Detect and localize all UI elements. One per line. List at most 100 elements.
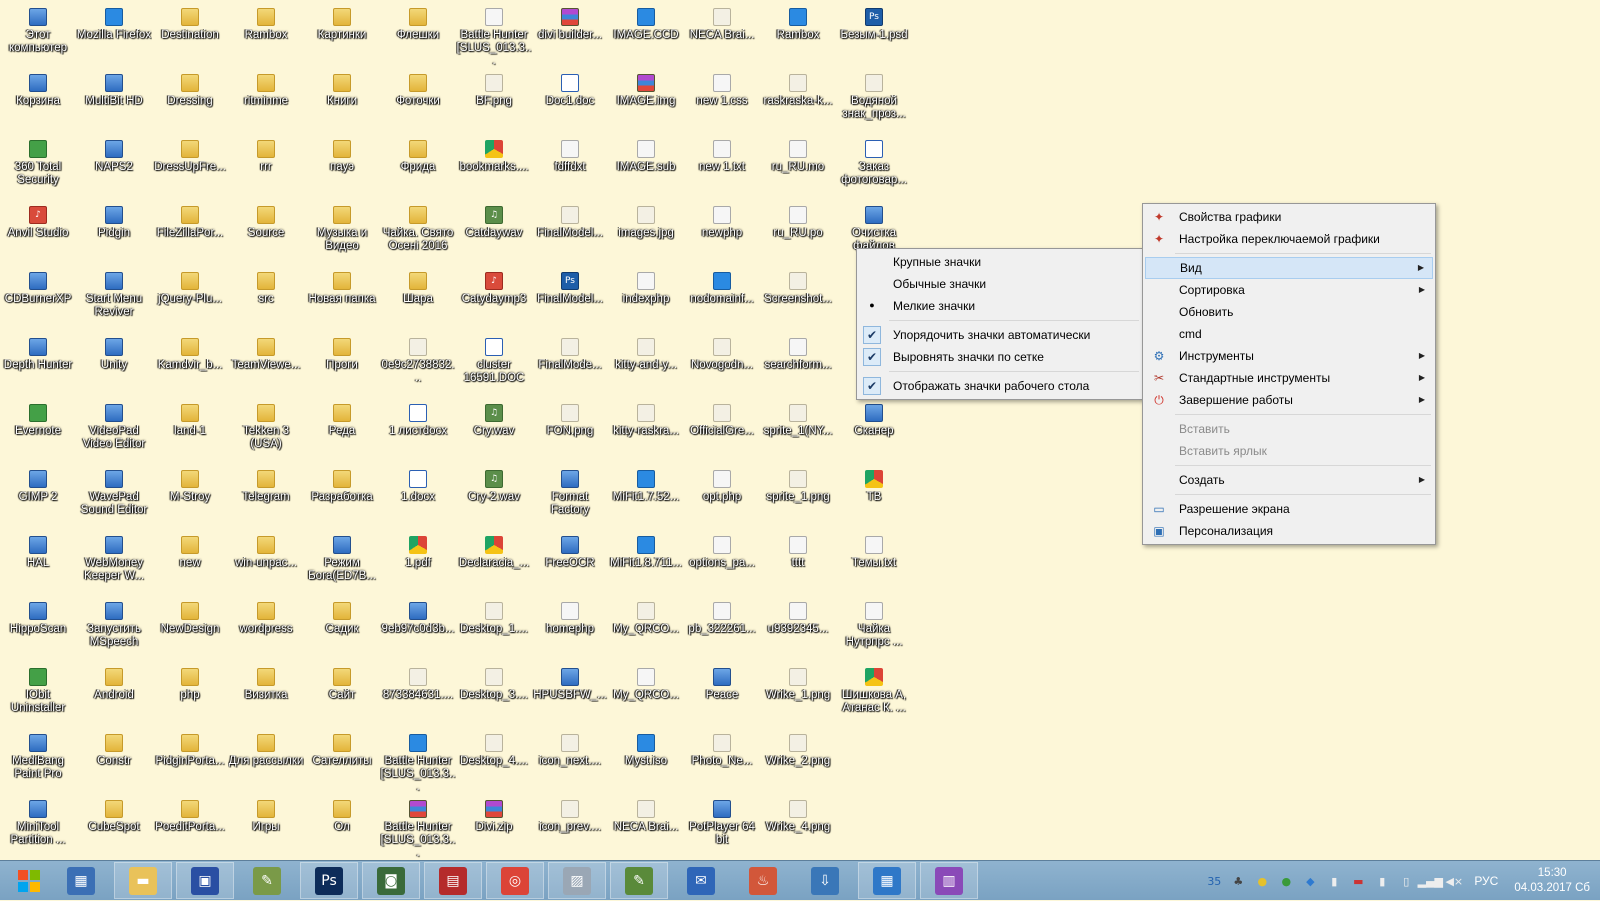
desktop-icon[interactable]: Screenshot... (760, 268, 836, 334)
menu-item-обновить[interactable]: Обновить (1145, 301, 1433, 323)
desktop-icon[interactable]: indexphp (608, 268, 684, 334)
menu-item-свойства-графики[interactable]: ✦ Свойства графики (1145, 206, 1433, 228)
desktop-icon[interactable]: WebMoney Keeper W... (76, 532, 152, 598)
taskbar-button-calculator[interactable]: ▦ (52, 862, 110, 899)
desktop-icon[interactable]: Photo_Ne... (684, 730, 760, 796)
desktop-icon[interactable]: Водяной знак_проз... (836, 70, 912, 136)
taskbar-button-explorer[interactable]: ▬ (114, 862, 172, 899)
desktop-icon[interactable]: Проги (304, 334, 380, 400)
desktop-icon[interactable]: Unity (76, 334, 152, 400)
menu-item-разрешение-экрана[interactable]: ▭ Разрешение экрана (1145, 498, 1433, 520)
desktop-icon[interactable]: Шишкова А, Атанас К. ... (836, 664, 912, 730)
desktop-icon[interactable]: sprite_1(NY... (760, 400, 836, 466)
desktop-icon[interactable]: Новая папка (304, 268, 380, 334)
desktop-icon[interactable]: icon_next.... (532, 730, 608, 796)
desktop-icon[interactable]: Declaracia_... (456, 532, 532, 598)
desktop-icon[interactable]: Depth Hunter (0, 334, 76, 400)
desktop-icon[interactable]: W 1.docx (380, 466, 456, 532)
menu-item-стандартные-инструменты[interactable]: ✂ Стандартные инструменты ▶ (1145, 367, 1433, 389)
desktop-icon[interactable]: Разработка (304, 466, 380, 532)
start-button[interactable] (0, 862, 58, 899)
taskbar-button-control-panel[interactable]: ▦ (858, 862, 916, 899)
desktop-icon[interactable]: M-Stroy (152, 466, 228, 532)
menu-item-сортировка[interactable]: Сортировка ▶ (1145, 279, 1433, 301)
desktop-icon[interactable]: kitty-raskra... (608, 400, 684, 466)
menu-item-инструменты[interactable]: ⚙ Инструменты ▶ (1145, 345, 1433, 367)
desktop-icon[interactable]: W Doc1.doc (532, 70, 608, 136)
desktop-icon[interactable]: Mozilla Firefox (76, 4, 152, 70)
desktop-icon[interactable]: opt.php (684, 466, 760, 532)
desktop-icon[interactable]: searchform... (760, 334, 836, 400)
desktop-icon[interactable]: Wrike_4.png (760, 796, 836, 862)
desktop-icon[interactable]: Флешки (380, 4, 456, 70)
taskbar-button-photoshop[interactable]: Ps (300, 862, 358, 899)
taskbar-button-fire-app[interactable]: ♨ (734, 862, 792, 899)
shield-icon[interactable]: ▮ (1325, 872, 1343, 890)
menu-item-вид[interactable]: Вид ▶ (1145, 257, 1433, 279)
desktop-icon[interactable]: win-unpac... (228, 532, 304, 598)
desktop-icon[interactable]: new (152, 532, 228, 598)
desktop-icon[interactable]: PoeditPorta... (152, 796, 228, 862)
desktop-icon[interactable]: TeamViewe... (228, 334, 304, 400)
desktop-icon[interactable]: Чайка. Свято Осені 2016 (380, 202, 456, 268)
desktop-icon[interactable]: ru_RU.mo (760, 136, 836, 202)
desktop-icon[interactable]: Ps FinalModel... (532, 268, 608, 334)
desktop-icon[interactable]: ♫ Catdaywav (456, 202, 532, 268)
desktop-icon[interactable]: Android (76, 664, 152, 730)
desktop-icon[interactable]: Desktop_3.... (456, 664, 532, 730)
taskbar-button-chrome[interactable]: ◎ (486, 862, 544, 899)
signal-bars-icon[interactable]: ▂▄▆ (1418, 872, 1443, 890)
desktop-icon[interactable]: images.jpg (608, 202, 684, 268)
desktop-icon[interactable]: TB (836, 466, 912, 532)
desktop-icon[interactable]: fdffdxt (532, 136, 608, 202)
desktop-icon[interactable]: icon_prev.... (532, 796, 608, 862)
desktop-icon[interactable]: Telegram (228, 466, 304, 532)
taskbar-button-winrar[interactable]: ▥ (920, 862, 978, 899)
desktop-icon[interactable]: Battle Hunter [SLUS_013.3... (456, 4, 532, 70)
desktop-icon[interactable]: HippoScan (0, 598, 76, 664)
desktop-icon[interactable]: OfficialGre... (684, 400, 760, 466)
tray-green-icon[interactable]: ● (1277, 872, 1295, 890)
view-menu-item[interactable]: ✔ Упорядочить значки автоматически (859, 324, 1141, 346)
desktop-icon[interactable]: newphp (684, 202, 760, 268)
taskbar-button-image-viewer[interactable]: ▨ (548, 862, 606, 899)
desktop-icon[interactable]: Визитка (228, 664, 304, 730)
desktop-icon[interactable]: Peace (684, 664, 760, 730)
taskbar-button-thunderbird[interactable]: ✉ (672, 862, 730, 899)
menu-item-завершение-работы[interactable]: ⏻ Завершение работы ▶ (1145, 389, 1433, 411)
desktop-icon[interactable]: WavePad Sound Editor (76, 466, 152, 532)
desktop-icon[interactable]: BF.png (456, 70, 532, 136)
view-menu-item[interactable]: Обычные значки (859, 273, 1141, 295)
desktop-icon[interactable]: W 1 листdocx (380, 400, 456, 466)
desktop-icon[interactable]: Evernote (0, 400, 76, 466)
desktop-icon[interactable]: Rambox (228, 4, 304, 70)
desktop-icon[interactable]: divi builder... (532, 4, 608, 70)
taskbar-button-tools[interactable]: ✎ (238, 862, 296, 899)
view-menu-item[interactable]: ✔ Отображать значки рабочего стола (859, 375, 1141, 397)
desktop-icon[interactable]: Сканер (836, 400, 912, 466)
tray-blue-icon[interactable]: ◆ (1301, 872, 1319, 890)
desktop-icon[interactable]: PidginPorta... (152, 730, 228, 796)
desktop-icon[interactable]: Tekken 3 (USA) (228, 400, 304, 466)
clock[interactable]: 15:30 04.03.2017 Сб (1514, 866, 1590, 896)
desktop-icon[interactable]: MiFit1.8.711... (608, 532, 684, 598)
desktop-icon[interactable]: MediBang Paint Pro (0, 730, 76, 796)
taskbar-button-save-disk[interactable]: ▣ (176, 862, 234, 899)
desktop-icon[interactable]: pb_322261... (684, 598, 760, 664)
desktop-icon[interactable]: VideoPad Video Editor (76, 400, 152, 466)
desktop-icon[interactable]: FreeOCR (532, 532, 608, 598)
desktop-icon[interactable]: ♫ Cry-2.wav (456, 466, 532, 532)
desktop-icon[interactable]: IObit Uninstaller (0, 664, 76, 730)
desktop-icon[interactable]: Pidgin (76, 202, 152, 268)
desktop-icon[interactable]: My_QRCO... (608, 598, 684, 664)
desktop-icon[interactable]: Фрида (380, 136, 456, 202)
desktop-icon[interactable]: My_QRCO... (608, 664, 684, 730)
desktop-icon[interactable]: kitty-and-y... (608, 334, 684, 400)
taskbar-button-camera-tool[interactable]: ◙ (362, 862, 420, 899)
desktop-icon[interactable]: new 1.css (684, 70, 760, 136)
desktop-icon[interactable]: Source (228, 202, 304, 268)
desktop-icon[interactable]: DressUpFre... (152, 136, 228, 202)
desktop-icon[interactable]: Шара (380, 268, 456, 334)
desktop-icon[interactable]: Format Factory (532, 466, 608, 532)
battery-icon[interactable]: ▮ (1373, 872, 1391, 890)
